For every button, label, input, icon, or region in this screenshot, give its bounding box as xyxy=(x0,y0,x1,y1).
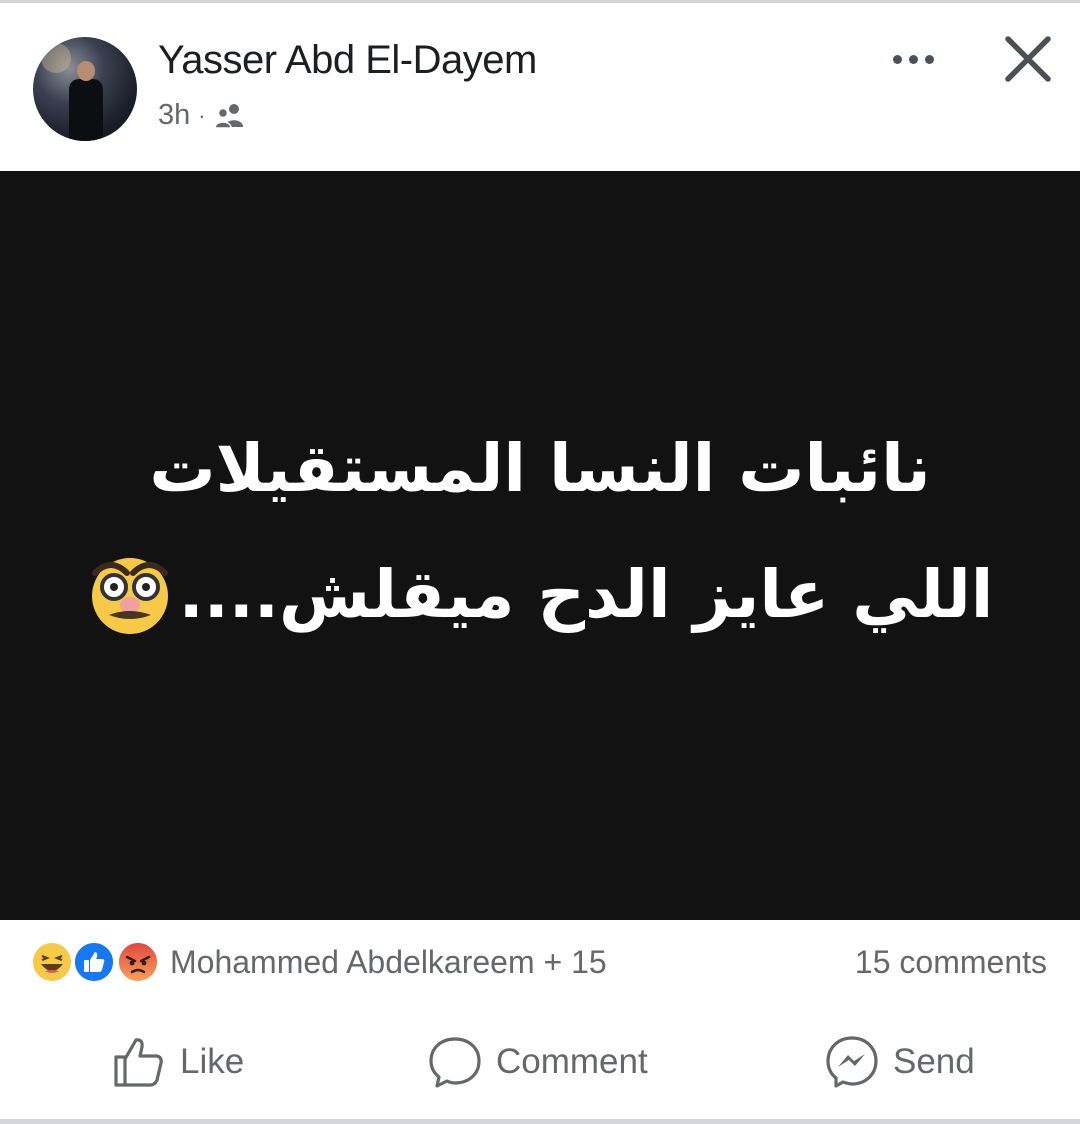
post-time[interactable]: 3h xyxy=(158,99,190,132)
image-text-line-2-row: اللي عايز الدح ميقلش.... xyxy=(87,532,994,657)
image-text-line-1: نائبات النسا المستقيلات xyxy=(149,430,931,508)
disguised-face-icon xyxy=(91,558,168,635)
like-label: Like xyxy=(180,1042,245,1081)
comment-button[interactable]: Comment xyxy=(428,1030,648,1094)
send-button[interactable]: Send xyxy=(825,1030,975,1094)
thumbs-up-icon xyxy=(114,1038,163,1087)
more-options-button[interactable] xyxy=(884,41,942,77)
post-header: Yasser Abd El-Dayem 3h · xyxy=(0,3,1080,171)
bottom-divider xyxy=(0,1119,1080,1124)
meta-separator: · xyxy=(198,102,206,128)
comment-bubble-icon xyxy=(429,1037,481,1088)
comments-count[interactable]: 15 comments xyxy=(855,944,1047,981)
like-reaction-icon xyxy=(72,940,116,984)
dot-icon xyxy=(924,54,934,64)
messenger-icon xyxy=(826,1036,878,1088)
reaction-summary[interactable]: Mohammed Abdelkareem + 15 xyxy=(170,944,607,981)
author-name[interactable]: Yasser Abd El-Dayem xyxy=(158,38,537,83)
angry-reaction-icon xyxy=(116,940,160,984)
like-button[interactable]: Like xyxy=(112,1030,244,1094)
reactions-icons[interactable] xyxy=(30,940,162,986)
image-text-line-2: اللي عايز الدح ميقلش.... xyxy=(178,555,994,633)
comment-label: Comment xyxy=(496,1042,648,1081)
haha-reaction-icon xyxy=(30,940,74,984)
post-meta: 3h · xyxy=(158,99,246,132)
author-avatar[interactable] xyxy=(33,37,137,141)
dot-icon xyxy=(892,54,902,64)
post-image[interactable]: نائبات النسا المستقيلات اللي عايز الدح م… xyxy=(0,171,1080,920)
dot-icon xyxy=(908,54,918,64)
send-label: Send xyxy=(893,1042,975,1081)
close-icon[interactable] xyxy=(1000,31,1056,87)
friends-icon xyxy=(213,103,243,129)
